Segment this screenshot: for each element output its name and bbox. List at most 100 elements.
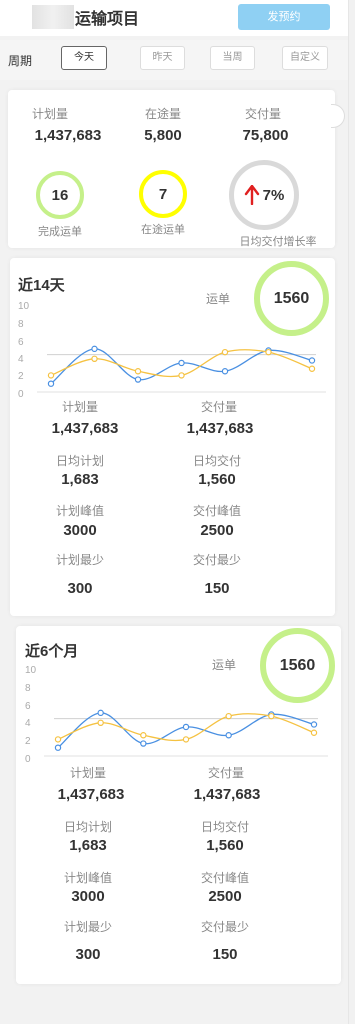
data-point [310,721,318,728]
metric-value: 150 [204,580,230,597]
metric-label: 日均交付 [192,454,241,468]
data-point [97,719,104,727]
data-point [47,380,55,387]
metric-value: 3000 [63,522,97,539]
data-point [91,345,98,353]
data-point [54,736,62,743]
metric-label: 日均交付 [200,820,249,834]
side-tab-handle[interactable] [331,104,345,128]
blurred-logo [32,5,74,29]
metric-value: 1,437,683 [51,420,119,437]
panel-14-days: 近14天 运单 1560 10 8 6 4 2 0 计划量 1,437,683 … [10,258,335,616]
metric-label: 日均计划 [55,454,104,468]
data-point [182,736,190,743]
in-transit-waybills-ring: 7 [139,170,187,218]
y-tick: 8 [25,683,31,694]
stat-value-planned: 1,437,683 [34,127,102,144]
metric-label: 计划量 [69,766,106,780]
data-point [308,357,316,364]
period-yesterday-chip[interactable]: 昨天 [140,46,185,70]
metric-value: 300 [75,946,101,963]
y-tick: 10 [25,665,37,676]
data-point [310,729,318,736]
metric-value: 1,560 [206,837,244,854]
stat-label-delivered: 交付量 [244,107,281,121]
period-selector: 周期 今天 昨天 当周 自定义 [0,40,355,80]
data-point [47,372,55,379]
data-point [134,376,142,383]
metric-label: 交付量 [200,400,237,414]
completed-waybills-ring: 16 [36,171,84,219]
period-today-chip[interactable]: 今天 [61,46,107,70]
y-tick: 2 [25,736,31,747]
book-appointment-button[interactable]: 发预约 [238,4,330,30]
completed-waybills-label: 完成运单 [38,226,82,238]
y-tick: 2 [18,371,24,382]
metric-label: 计划峰值 [55,504,104,518]
data-point [268,712,275,720]
period-week-chip[interactable]: 当周 [210,46,255,70]
y-tick: 6 [18,337,24,348]
metric-label: 计划峰值 [63,871,112,885]
stat-value-in-transit: 5,800 [144,127,182,144]
metric-value: 300 [67,580,93,597]
line-chart-14-days [37,345,326,393]
data-point [140,740,147,747]
metric-label: 交付最少 [200,920,249,934]
app-header: 运输项目 发预约 [0,0,355,36]
growth-value: 7% [262,186,285,204]
data-point [91,355,98,363]
metric-value: 1,683 [61,471,99,488]
vertical-scrollbar[interactable] [348,0,355,1024]
data-point [308,365,316,372]
page-title: 运输项目 [75,11,140,28]
y-tick: 0 [18,389,24,400]
summary-card: 计划量 1,437,683 在途量 5,800 交付量 75,800 16 完成… [8,90,335,248]
metric-value: 3000 [71,888,105,905]
metric-value: 1,683 [69,837,107,854]
period-label: 周期 [8,54,33,68]
metric-label: 日均计划 [63,820,112,834]
period-custom-chip[interactable]: 自定义 [282,46,328,70]
data-point [97,709,104,717]
stat-label-in-transit: 在途量 [144,107,181,121]
data-point [54,744,62,751]
panel-title: 近14天 [18,277,65,294]
in-transit-waybills-label: 在途运单 [141,224,185,236]
metric-label: 交付峰值 [192,504,241,518]
metric-value: 1,437,683 [57,786,125,803]
line-chart-6-months [44,709,328,757]
metric-value: 1,437,683 [186,420,254,437]
panel-title: 近6个月 [25,643,79,660]
metric-label: 计划最少 [63,920,112,934]
data-point [178,372,185,379]
data-point [134,368,142,375]
data-point [182,723,190,731]
metric-value: 1,560 [198,471,236,488]
metric-label: 计划最少 [55,553,104,567]
metric-value: 150 [212,946,238,963]
panel-6-months: 近6个月 运单 1560 10 8 6 4 2 0 计划量 1,437,683 … [16,626,341,984]
metric-value: 2500 [200,522,234,539]
stat-label-planned: 计划量 [31,107,68,121]
growth-ring: 7% [229,160,299,230]
data-point [225,712,232,720]
growth-label: 日均交付增长率 [239,236,317,248]
metric-label: 交付量 [207,766,244,780]
metric-value: 2500 [208,888,242,905]
y-tick: 4 [25,718,31,729]
y-tick: 4 [18,354,24,365]
data-point [225,732,232,739]
y-tick: 8 [18,319,24,330]
metric-label: 计划量 [61,400,98,414]
data-point [265,348,272,356]
y-tick: 0 [25,754,31,765]
stat-value-delivered: 75,800 [242,127,289,144]
y-tick: 10 [18,301,30,312]
metric-value: 1,437,683 [193,786,261,803]
data-point [221,348,229,356]
up-arrow-icon [244,185,259,205]
data-point [221,368,229,375]
y-tick: 6 [25,701,31,712]
data-point [140,732,147,739]
